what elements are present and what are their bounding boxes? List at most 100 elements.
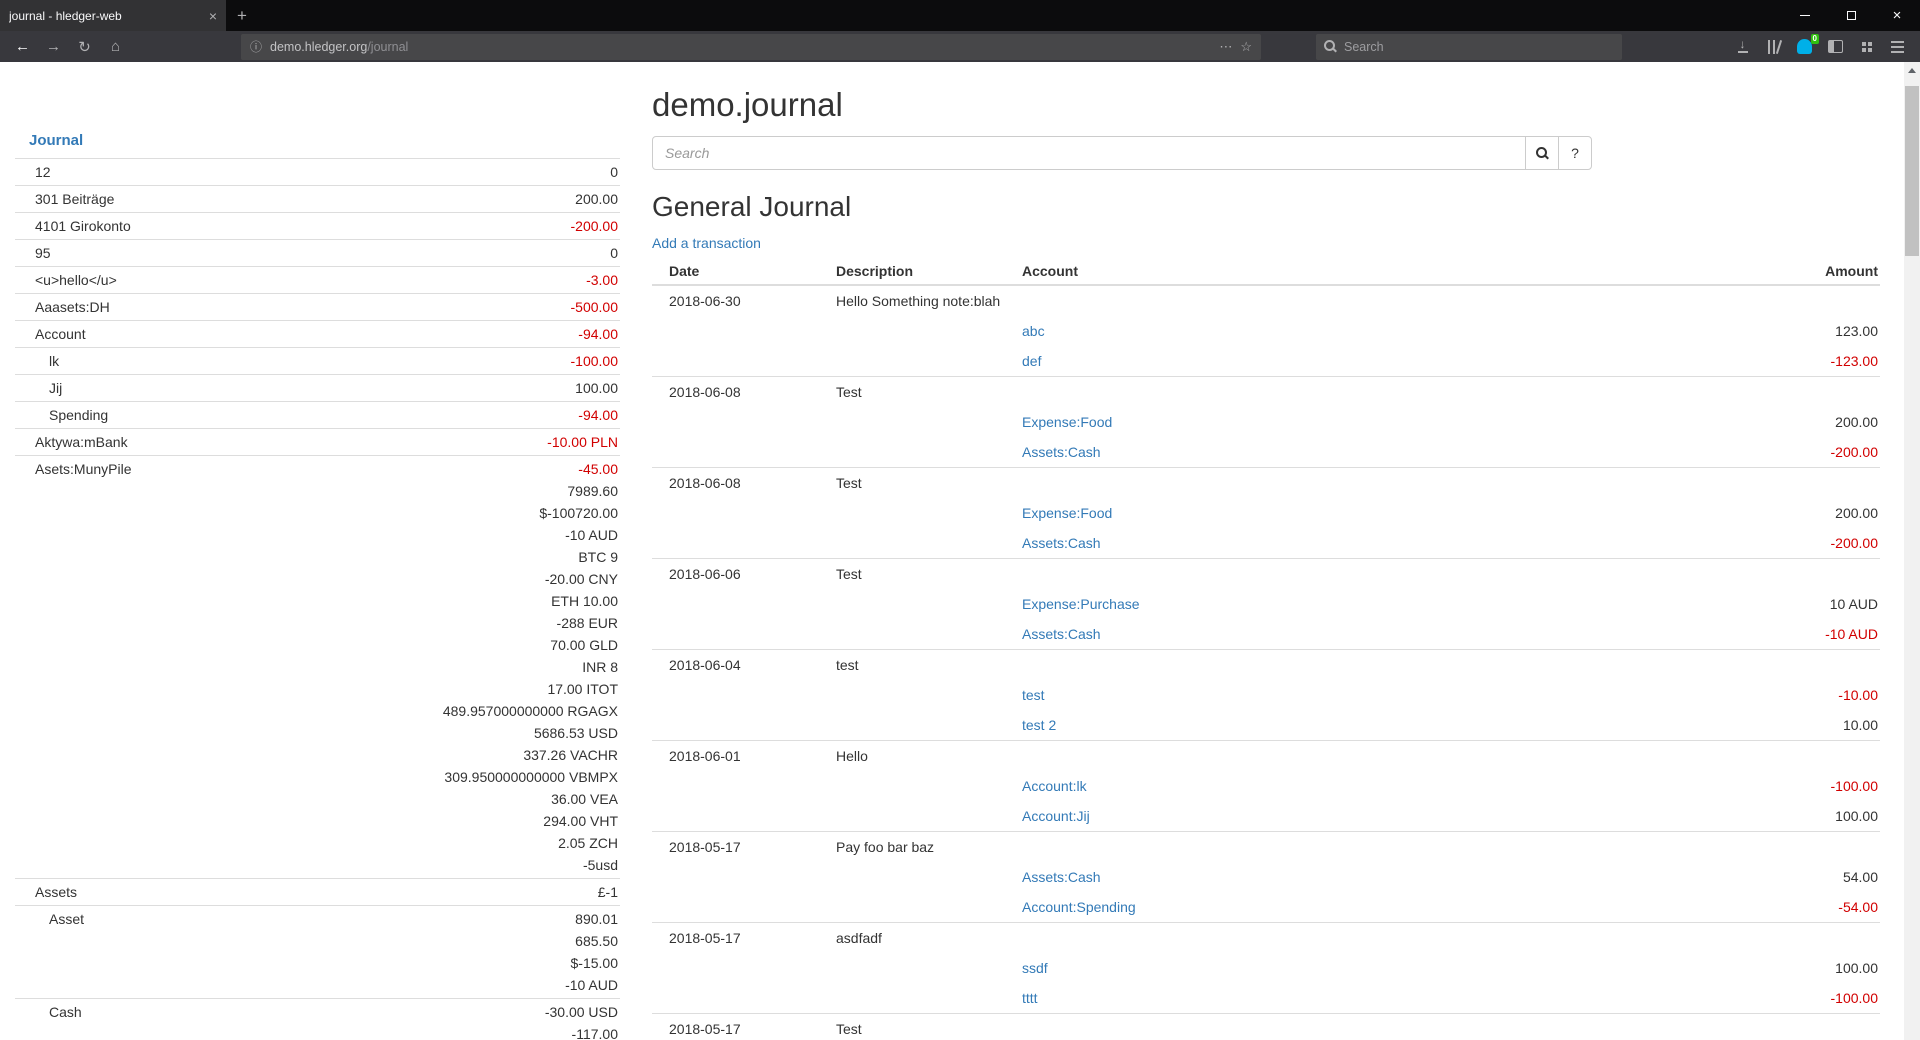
account-balance: £-1 bbox=[332, 881, 618, 903]
sidebar-account-link[interactable]: Jij bbox=[49, 380, 62, 396]
site-info-icon[interactable]: ⓘ bbox=[250, 38, 262, 55]
transaction-description: Test bbox=[834, 377, 1880, 408]
tab-close-icon[interactable]: × bbox=[209, 9, 217, 23]
posting-amount: 100.00 bbox=[1640, 953, 1880, 983]
search-submit-button[interactable] bbox=[1525, 136, 1559, 170]
posting-amount: 10.00 bbox=[1640, 710, 1880, 741]
sidebar-account-link[interactable]: Assets bbox=[35, 884, 77, 900]
new-tab-button[interactable]: + bbox=[226, 0, 258, 31]
journal-search-input[interactable] bbox=[652, 136, 1526, 170]
window-controls: × bbox=[1782, 0, 1920, 31]
sidebar-account-link[interactable]: Asset bbox=[49, 911, 84, 927]
sidebar-toggle-button[interactable] bbox=[1820, 33, 1851, 60]
posting-account-link[interactable]: Assets:Cash bbox=[1022, 535, 1101, 551]
sidebar-account-link[interactable]: Account bbox=[35, 326, 86, 342]
posting-account-link[interactable]: Expense:Purchase bbox=[1022, 596, 1140, 612]
posting-amount: 123.00 bbox=[1640, 316, 1880, 346]
posting-account-link[interactable]: Assets:Cash bbox=[1022, 444, 1101, 460]
posting-amount: 200.00 bbox=[1640, 407, 1880, 437]
browser-tab[interactable]: journal - hledger-web × bbox=[0, 0, 226, 31]
posting-account-link[interactable]: tttt bbox=[1022, 990, 1038, 1006]
posting-account-link[interactable]: Account:lk bbox=[1022, 778, 1087, 794]
forward-button[interactable]: → bbox=[38, 33, 69, 60]
browser-search-input[interactable] bbox=[1344, 40, 1614, 54]
transaction-date: 2018-06-30 bbox=[652, 285, 834, 316]
tab-title: journal - hledger-web bbox=[9, 9, 201, 23]
add-transaction-link[interactable]: Add a transaction bbox=[652, 235, 761, 251]
posting-account-link[interactable]: ssdf bbox=[1022, 960, 1048, 976]
posting-account-link[interactable]: Account:Jij bbox=[1022, 808, 1090, 824]
posting-account-link[interactable]: Assets:Cash bbox=[1022, 626, 1101, 642]
transaction-description: Test bbox=[834, 559, 1880, 590]
posting-account-link[interactable]: Assets:Cash bbox=[1022, 869, 1101, 885]
back-icon: ← bbox=[15, 38, 30, 55]
posting-amount: 10 AUD bbox=[1640, 589, 1880, 619]
window-restore-button[interactable] bbox=[1828, 0, 1874, 31]
window-close-button[interactable]: × bbox=[1874, 0, 1920, 31]
account-balance: 294.00 VHT bbox=[332, 810, 618, 832]
sidebar-account-row: 4101 Girokonto -200.00 bbox=[15, 213, 620, 240]
sidebar-account-link[interactable]: 12 bbox=[35, 164, 51, 180]
posting-account-link[interactable]: test bbox=[1022, 687, 1045, 703]
sidebar-account-link[interactable]: 4101 Girokonto bbox=[35, 218, 131, 234]
posting-row: test-10.00 bbox=[652, 680, 1880, 710]
transaction-row: 2018-05-17Test bbox=[652, 1014, 1880, 1040]
downloads-button[interactable]: ↓ bbox=[1727, 33, 1758, 60]
home-button[interactable]: ⌂ bbox=[100, 33, 131, 60]
sidebar-account-link[interactable]: Asets:MunyPile bbox=[35, 461, 131, 477]
transaction-date: 2018-06-08 bbox=[652, 468, 834, 499]
extension-button[interactable]: 0 bbox=[1789, 33, 1820, 60]
sidebar-account-link[interactable]: lk bbox=[49, 353, 59, 369]
posting-row: Assets:Cash54.00 bbox=[652, 862, 1880, 892]
search-icon bbox=[1324, 40, 1337, 53]
search-help-button[interactable]: ? bbox=[1558, 136, 1592, 170]
posting-amount: 100.00 bbox=[1640, 801, 1880, 832]
account-balance: 36.00 VEA bbox=[332, 788, 618, 810]
posting-account-link[interactable]: Account:Spending bbox=[1022, 899, 1136, 915]
account-balance: 685.50 bbox=[332, 930, 618, 952]
url-bar[interactable]: ⓘ demo.hledger.org/journal ⋯ ☆ bbox=[241, 34, 1261, 60]
sidebar-account-link[interactable]: Cash bbox=[49, 1004, 82, 1020]
scrollbar-thumb[interactable] bbox=[1905, 86, 1919, 256]
page-actions-icon[interactable]: ⋯ bbox=[1219, 39, 1232, 55]
accounts-table: 120301 Beiträge200.004101 Girokonto-200.… bbox=[15, 158, 620, 1040]
transaction-description: test bbox=[834, 650, 1880, 681]
posting-account-link[interactable]: abc bbox=[1022, 323, 1045, 339]
sidebar-account-row: Spending-94.00 bbox=[15, 402, 620, 429]
sidebar-account-link[interactable]: Spending bbox=[49, 407, 108, 423]
sidebar-account-link[interactable]: 301 Beiträge bbox=[35, 191, 114, 207]
browser-search-box[interactable] bbox=[1316, 34, 1622, 60]
sidebar-journal-link[interactable]: Journal bbox=[29, 132, 83, 149]
bookmark-star-icon[interactable]: ☆ bbox=[1240, 39, 1252, 55]
reload-button[interactable]: ↻ bbox=[69, 33, 100, 60]
sidebar-account-link[interactable]: <u>hello</u> bbox=[35, 272, 117, 288]
toolbar-icons: ↓ 0 bbox=[1727, 33, 1913, 60]
library-button[interactable] bbox=[1758, 33, 1789, 60]
grid-button[interactable] bbox=[1851, 33, 1882, 60]
transaction-date: 2018-06-06 bbox=[652, 559, 834, 590]
library-icon bbox=[1768, 40, 1780, 54]
sidebar-account-link[interactable]: 95 bbox=[35, 245, 51, 261]
transaction-date: 2018-06-04 bbox=[652, 650, 834, 681]
menu-button[interactable] bbox=[1882, 33, 1913, 60]
page-scrollbar[interactable] bbox=[1904, 62, 1920, 1040]
posting-amount: -54.00 bbox=[1640, 892, 1880, 923]
magnifier-icon bbox=[1536, 147, 1549, 160]
posting-account-link[interactable]: def bbox=[1022, 353, 1041, 369]
transaction-description: asdfadf bbox=[834, 923, 1880, 954]
scrollbar-up-icon[interactable] bbox=[1908, 68, 1916, 73]
posting-account-link[interactable]: Expense:Food bbox=[1022, 505, 1112, 521]
posting-account-link[interactable]: test 2 bbox=[1022, 717, 1056, 733]
window-minimize-button[interactable] bbox=[1782, 0, 1828, 31]
posting-row: tttt-100.00 bbox=[652, 983, 1880, 1014]
url-text[interactable]: demo.hledger.org/journal bbox=[270, 40, 1211, 54]
back-button[interactable]: ← bbox=[7, 33, 38, 60]
account-balance: -200.00 bbox=[332, 215, 618, 237]
account-balance: BTC 9 bbox=[332, 546, 618, 568]
extension-icon bbox=[1797, 39, 1812, 54]
sidebar-account-link[interactable]: Aktywa:mBank bbox=[35, 434, 128, 450]
header-date: Date bbox=[652, 258, 834, 285]
posting-account-link[interactable]: Expense:Food bbox=[1022, 414, 1112, 430]
section-title: General Journal bbox=[652, 191, 1880, 223]
sidebar-account-link[interactable]: Aaasets:DH bbox=[35, 299, 110, 315]
